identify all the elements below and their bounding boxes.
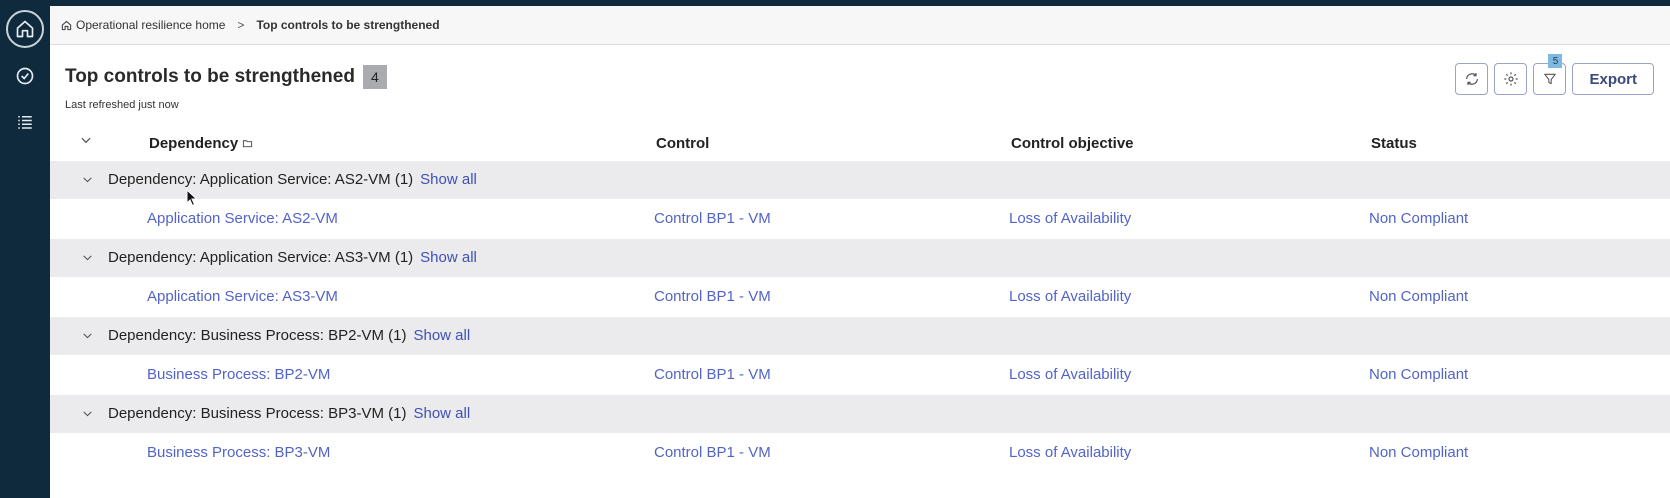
gear-icon — [1504, 72, 1518, 86]
cell-dependency-link[interactable]: Application Service: AS2-VM — [147, 210, 338, 227]
chevron-down-icon — [83, 255, 92, 261]
column-header-status[interactable]: Status — [1371, 135, 1417, 152]
side-navigation — [0, 0, 50, 498]
filter-icon — [1544, 73, 1556, 85]
chevron-down-icon — [83, 177, 92, 183]
table-row[interactable]: Application Service: AS3-VM Control BP1 … — [50, 277, 1670, 317]
last-refreshed-text: Last refreshed just now — [65, 99, 179, 111]
page-title-group: Top controls to be strengthened 4 — [65, 65, 387, 89]
group-title: Dependency: Business Process: BP3-VM (1) — [108, 405, 407, 422]
group-row: Dependency: Application Service: AS2-VM … — [50, 161, 1670, 199]
breadcrumb-home-label[interactable]: Operational resilience home — [76, 18, 225, 32]
table-row[interactable]: Business Process: BP3-VM Control BP1 - V… — [50, 433, 1670, 473]
table-body: Dependency: Application Service: AS2-VM … — [50, 161, 1670, 473]
table-row[interactable]: Business Process: BP2-VM Control BP1 - V… — [50, 355, 1670, 395]
main-content: Operational resilience home > Top contro… — [50, 6, 1670, 498]
export-button[interactable]: Export — [1572, 63, 1654, 95]
column-header-dependency-label: Dependency — [149, 135, 239, 152]
cell-objective-link[interactable]: Loss of Availability — [1009, 444, 1131, 461]
column-header-control-objective[interactable]: Control objective — [1011, 135, 1134, 152]
filter-button[interactable]: 5 — [1533, 54, 1567, 95]
group-row: Dependency: Business Process: BP2-VM (1)… — [50, 317, 1670, 355]
chevron-down-icon — [83, 411, 92, 417]
page-header: Top controls to be strengthened 4 Last r… — [50, 45, 1670, 127]
breadcrumb-home[interactable]: Operational resilience home — [61, 18, 225, 32]
home-icon — [61, 20, 72, 30]
column-header-control[interactable]: Control — [656, 135, 709, 152]
column-header-dependency[interactable]: Dependency — [149, 135, 253, 152]
cell-control-link[interactable]: Control BP1 - VM — [654, 444, 771, 461]
breadcrumb-current: Top controls to be strengthened — [256, 18, 440, 32]
cell-dependency-link[interactable]: Application Service: AS3-VM — [147, 288, 338, 305]
cell-status-link[interactable]: Non Compliant — [1369, 366, 1468, 383]
cell-objective-link[interactable]: Loss of Availability — [1009, 288, 1131, 305]
group-title: Dependency: Business Process: BP2-VM (1) — [108, 327, 407, 344]
check-circle-icon — [16, 67, 34, 85]
collapse-group-toggle[interactable] — [81, 173, 94, 190]
chevron-down-icon — [81, 137, 91, 144]
cell-dependency-link[interactable]: Business Process: BP2-VM — [147, 366, 330, 383]
collapse-group-toggle[interactable] — [81, 329, 94, 346]
page-title: Top controls to be strengthened — [65, 66, 355, 87]
cell-objective-link[interactable]: Loss of Availability — [1009, 210, 1131, 227]
show-all-link[interactable]: Show all — [420, 171, 477, 188]
cell-control-link[interactable]: Control BP1 - VM — [654, 288, 771, 305]
settings-button[interactable] — [1494, 63, 1528, 95]
table-row[interactable]: Application Service: AS2-VM Control BP1 … — [50, 199, 1670, 239]
count-badge: 4 — [362, 65, 387, 89]
group-title: Dependency: Application Service: AS2-VM … — [108, 171, 414, 188]
group-row: Dependency: Business Process: BP3-VM (1)… — [50, 395, 1670, 433]
show-all-link[interactable]: Show all — [420, 249, 477, 266]
group-label: Dependency: Application Service: AS3-VM … — [108, 249, 477, 266]
group-label: Dependency: Business Process: BP2-VM (1)… — [108, 327, 470, 344]
nav-controls[interactable] — [6, 57, 44, 95]
group-label: Dependency: Business Process: BP3-VM (1)… — [108, 405, 470, 422]
refresh-button[interactable] — [1455, 63, 1489, 95]
group-row: Dependency: Application Service: AS3-VM … — [50, 239, 1670, 277]
breadcrumb: Operational resilience home > Top contro… — [50, 6, 1670, 45]
group-title: Dependency: Application Service: AS3-VM … — [108, 249, 414, 266]
collapse-group-toggle[interactable] — [81, 407, 94, 424]
chevron-down-icon — [83, 333, 92, 339]
cell-status-link[interactable]: Non Compliant — [1369, 288, 1468, 305]
filter-count-badge: 5 — [1548, 54, 1563, 68]
nav-list[interactable] — [6, 103, 44, 141]
cell-dependency-link[interactable]: Business Process: BP3-VM — [147, 444, 330, 461]
show-all-link[interactable]: Show all — [413, 327, 470, 344]
home-icon — [16, 20, 34, 38]
cell-control-link[interactable]: Control BP1 - VM — [654, 366, 771, 383]
controls-table: Dependency Control Control objective Sta… — [50, 127, 1670, 473]
show-all-link[interactable]: Show all — [413, 405, 470, 422]
cell-objective-link[interactable]: Loss of Availability — [1009, 366, 1131, 383]
list-icon — [18, 116, 32, 129]
expand-all-toggle[interactable] — [79, 133, 93, 151]
collapse-group-toggle[interactable] — [81, 251, 94, 268]
chevron-right-icon: > — [237, 18, 245, 32]
cell-status-link[interactable]: Non Compliant — [1369, 210, 1468, 227]
toolbar: 5 Export — [1455, 54, 1654, 95]
folder-icon — [243, 140, 253, 148]
mouse-pointer-icon — [186, 189, 198, 207]
nav-home[interactable] — [6, 10, 44, 48]
refresh-icon — [1466, 73, 1478, 85]
table-header: Dependency Control Control objective Sta… — [50, 127, 1670, 161]
cell-status-link[interactable]: Non Compliant — [1369, 444, 1468, 461]
group-label: Dependency: Application Service: AS2-VM … — [108, 171, 477, 188]
cell-control-link[interactable]: Control BP1 - VM — [654, 210, 771, 227]
